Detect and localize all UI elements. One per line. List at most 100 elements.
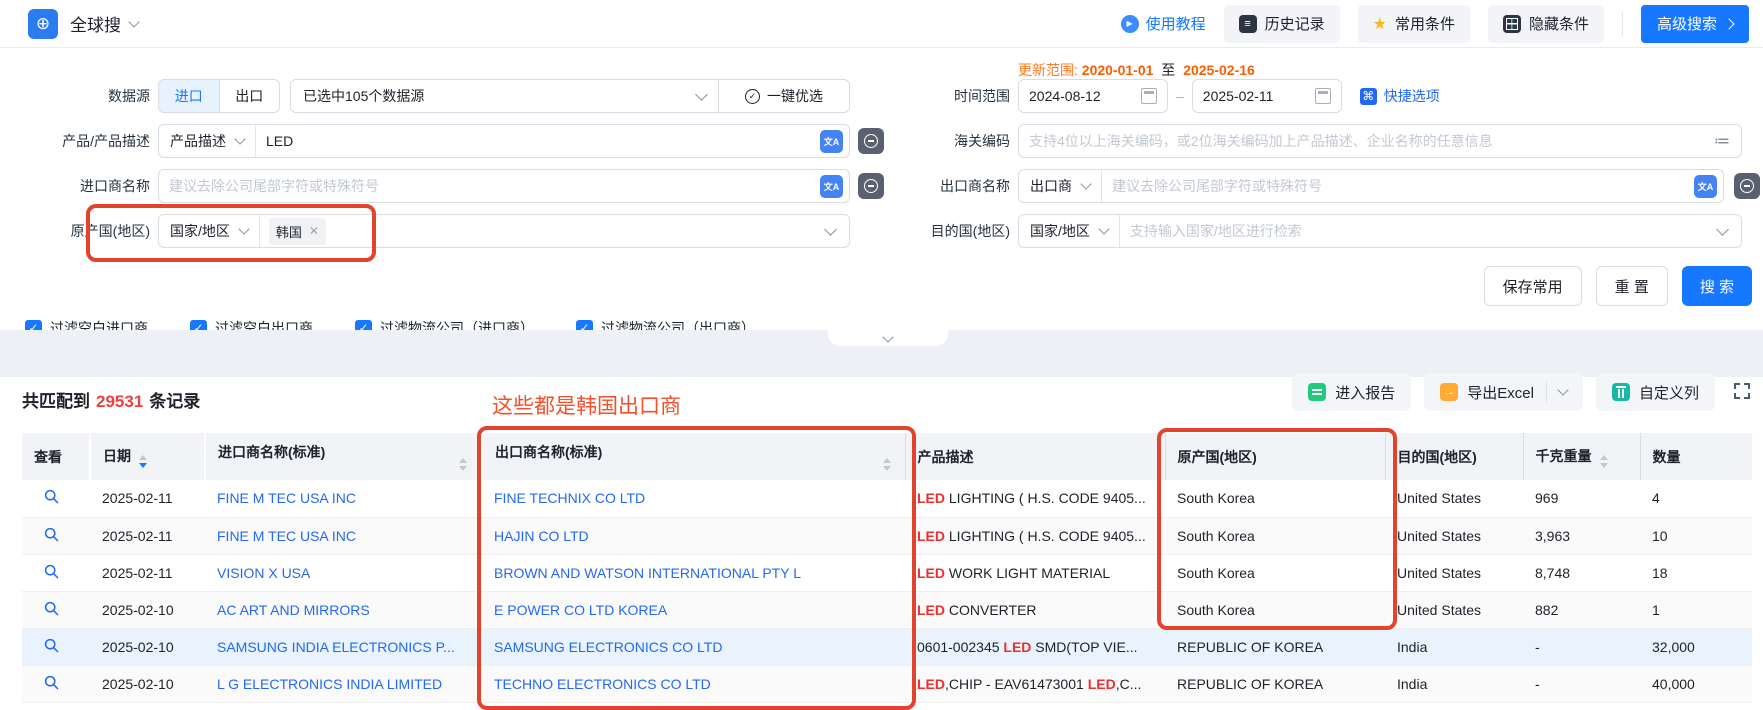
star-icon: ★ xyxy=(1373,14,1387,34)
cell-product: LED WORK LIGHT MATERIAL xyxy=(905,554,1165,591)
translate-icon[interactable]: 文A xyxy=(820,130,843,153)
hs-code-label: 海关编码 xyxy=(885,131,1010,151)
tab-export[interactable]: 出口 xyxy=(219,80,280,112)
history-button[interactable]: ≡ 历史记录 xyxy=(1224,5,1340,43)
translate-icon[interactable]: 文A xyxy=(820,175,843,198)
view-record-button[interactable] xyxy=(44,489,59,507)
exporter-input[interactable] xyxy=(1102,178,1694,194)
topbar: ⊕ 全球搜 ▶ 使用教程 ≡ 历史记录 ★ 常用条件 隐藏条件 高级搜索 xyxy=(0,0,1763,48)
export-excel-button[interactable]: → 导出Excel xyxy=(1424,373,1583,411)
importer-input[interactable] xyxy=(159,178,820,194)
exporter-link[interactable]: FINE TECHNIX CO LTD xyxy=(494,490,645,506)
col-header-weight[interactable]: 千克重量 xyxy=(1523,433,1640,480)
favorite-conditions-button[interactable]: ★ 常用条件 xyxy=(1358,5,1470,43)
magnifier-icon xyxy=(44,527,59,542)
start-date-input[interactable]: 2024-08-12 xyxy=(1018,79,1168,113)
end-date-input[interactable]: 2025-02-11 xyxy=(1192,79,1342,113)
view-record-button[interactable] xyxy=(44,638,59,656)
table-row: 2025-02-10 AC ART AND MIRRORS E POWER CO L… xyxy=(22,591,1752,628)
quick-options-link[interactable]: ⌘ 快捷选项 xyxy=(1360,86,1440,106)
magnifier-icon xyxy=(44,564,59,579)
col-header-date[interactable]: 日期 xyxy=(90,433,205,480)
search-button[interactable]: 搜 索 xyxy=(1682,266,1752,306)
fullscreen-icon xyxy=(1732,381,1752,401)
tutorial-link[interactable]: ▶ 使用教程 xyxy=(1121,13,1206,34)
importer-link[interactable]: VISION X USA xyxy=(217,565,310,581)
exclude-filter-button[interactable] xyxy=(1734,173,1760,199)
hide-conditions-button[interactable]: 隐藏条件 xyxy=(1488,5,1604,43)
country-tag-label: 韩国 xyxy=(276,222,302,241)
hs-code-input[interactable] xyxy=(1019,133,1714,149)
destination-type-select[interactable]: 国家/地区 xyxy=(1019,215,1120,247)
sort-icon[interactable] xyxy=(139,455,147,468)
exclude-filter-button[interactable] xyxy=(858,128,884,154)
cell-weight: - xyxy=(1523,628,1640,665)
app-name: 全球搜 xyxy=(70,11,121,36)
data-source-label: 数据源 xyxy=(0,86,150,106)
cell-date: 2025-02-10 xyxy=(90,591,205,628)
translate-icon[interactable]: 文A xyxy=(1694,175,1717,198)
cell-weight: 8,748 xyxy=(1523,554,1640,591)
country-tag-korea: 韩国 ✕ xyxy=(269,218,326,245)
view-record-button[interactable] xyxy=(44,601,59,619)
col-header-importer[interactable]: 进口商名称(标准) xyxy=(205,433,482,480)
product-type-select[interactable]: 产品描述 xyxy=(159,125,256,157)
one-click-optimize-button[interactable]: ✓ 一键优选 xyxy=(718,80,849,112)
end-date-value: 2025-02-11 xyxy=(1203,88,1274,104)
destination-country-label: 目的国(地区) xyxy=(885,221,1010,241)
export-options-dropdown[interactable] xyxy=(1546,382,1567,402)
reset-button[interactable]: 重 置 xyxy=(1596,266,1668,306)
col-header-exporter[interactable]: 出口商名称(标准) xyxy=(482,433,905,480)
cell-quantity: 32,000 xyxy=(1640,628,1752,665)
sort-icon[interactable] xyxy=(883,458,891,471)
cell-date: 2025-02-11 xyxy=(90,517,205,554)
quick-options-label: 快捷选项 xyxy=(1384,86,1440,106)
tab-import[interactable]: 进口 xyxy=(159,80,219,112)
exporter-type-select[interactable]: 出口商 xyxy=(1019,170,1102,202)
advanced-search-button[interactable]: 高级搜索 xyxy=(1641,5,1749,43)
data-source-select[interactable]: 已选中105个数据源 xyxy=(291,80,718,112)
exporter-link[interactable]: HAJIN CO LTD xyxy=(494,528,589,544)
origin-type-select[interactable]: 国家/地区 xyxy=(159,215,260,247)
exporter-link[interactable]: SAMSUNG ELECTRONICS CO LTD xyxy=(494,639,722,655)
enter-report-button[interactable]: 进入报告 xyxy=(1292,373,1411,411)
chevron-down-icon xyxy=(824,223,837,236)
custom-columns-button[interactable]: 自定义列 xyxy=(1596,373,1715,411)
view-record-button[interactable] xyxy=(44,675,59,693)
export-excel-label: 导出Excel xyxy=(1467,382,1534,403)
chevron-down-icon xyxy=(1080,178,1091,189)
save-common-button[interactable]: 保存常用 xyxy=(1484,266,1582,306)
origin-country-field[interactable]: 国家/地区 韩国 ✕ xyxy=(158,214,850,248)
importer-link[interactable]: FINE M TEC USA INC xyxy=(217,490,356,506)
remove-tag-icon[interactable]: ✕ xyxy=(309,224,319,238)
cell-origin: South Korea xyxy=(1165,554,1385,591)
importer-link[interactable]: AC ART AND MIRRORS xyxy=(217,602,370,618)
exporter-link[interactable]: E POWER CO LTD KOREA xyxy=(494,602,667,618)
favorite-conditions-label: 常用条件 xyxy=(1395,13,1455,34)
importer-link[interactable]: L G ELECTRONICS INDIA LIMITED xyxy=(217,676,442,692)
cell-destination: United States xyxy=(1385,480,1523,517)
summary-prefix: 共匹配到 xyxy=(22,392,90,411)
sort-icon[interactable] xyxy=(459,458,467,471)
exporter-field: 出口商 文A xyxy=(1018,169,1724,203)
destination-country-field[interactable]: 国家/地区 支持输入国家/地区进行检索 xyxy=(1018,214,1742,248)
table-body: 2025-02-11 FINE M TEC USA INC FINE TECHNIX… xyxy=(22,480,1752,702)
importer-link[interactable]: FINE M TEC USA INC xyxy=(217,528,356,544)
fullscreen-button[interactable] xyxy=(1732,381,1752,404)
exporter-link[interactable]: BROWN AND WATSON INTERNATIONAL PTY L xyxy=(494,565,801,581)
app-switcher[interactable]: ⊕ 全球搜 xyxy=(28,9,138,39)
view-record-button[interactable] xyxy=(44,527,59,545)
view-record-button[interactable] xyxy=(44,564,59,582)
importer-link[interactable]: SAMSUNG INDIA ELECTRONICS P... xyxy=(217,639,455,655)
collapse-form-button[interactable] xyxy=(828,330,948,346)
exclude-filter-button[interactable] xyxy=(858,173,884,199)
cell-weight: - xyxy=(1523,665,1640,702)
col-header-destination: 目的国(地区) xyxy=(1385,433,1523,480)
list-icon[interactable]: ≔ xyxy=(1714,131,1731,151)
exporter-link[interactable]: TECHNO ELECTRONICS CO LTD xyxy=(494,676,711,692)
sort-icon[interactable] xyxy=(1600,455,1608,468)
update-range-to: 至 xyxy=(1161,62,1175,78)
report-icon xyxy=(1308,383,1326,401)
product-input[interactable] xyxy=(256,133,820,149)
cell-quantity: 18 xyxy=(1640,554,1752,591)
